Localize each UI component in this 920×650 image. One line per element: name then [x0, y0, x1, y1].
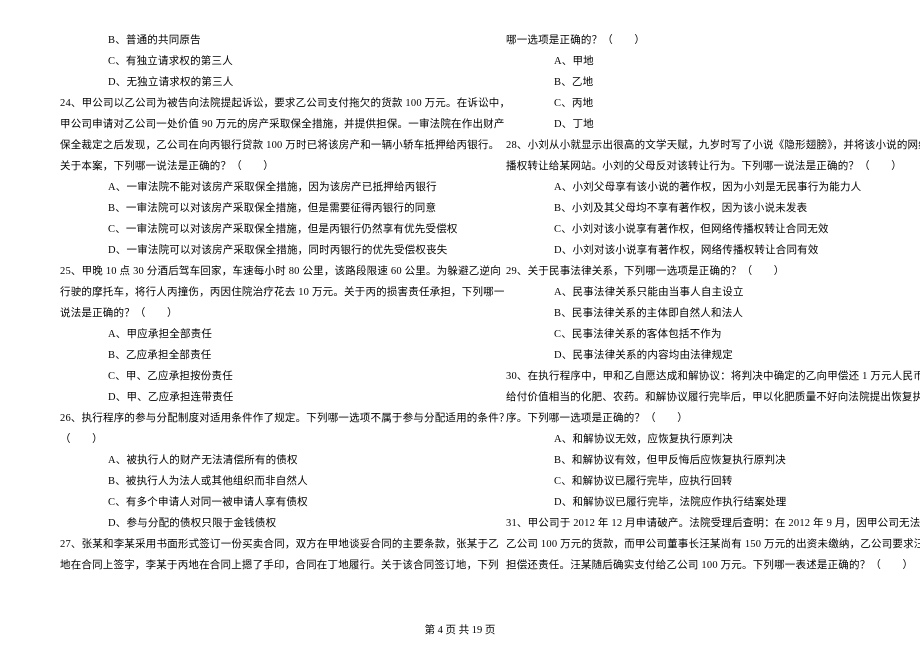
option-text: B、和解协议有效，但甲反悔后应恢复执行原判决: [506, 450, 916, 471]
option-text: A、被执行人的财产无法清偿所有的债权: [60, 450, 470, 471]
page-container: B、普通的共同原告 C、有独立请求权的第三人 D、无独立请求权的第三人 24、甲…: [0, 0, 920, 620]
option-text: D、丁地: [506, 114, 916, 135]
option-text: A、小刘父母享有该小说的著作权，因为小刘是无民事行为能力人: [506, 177, 916, 198]
page-footer: 第 4 页 共 19 页: [0, 620, 920, 637]
option-text: B、小刘及其父母均不享有著作权，因为该小说未发表: [506, 198, 916, 219]
option-text: C、民事法律关系的客体包括不作为: [506, 324, 916, 345]
question-text: 27、张某和李某采用书面形式签订一份买卖合同，双方在甲地谈妥合同的主要条款，张某…: [60, 534, 470, 555]
question-text: 序。下列哪一选项是正确的？（ ）: [506, 408, 916, 429]
option-text: C、一审法院可以对该房产采取保全措施，但是丙银行仍然享有优先受偿权: [60, 219, 470, 240]
option-text: B、被执行人为法人或其他组织而非自然人: [60, 471, 470, 492]
option-text: D、无独立请求权的第三人: [60, 72, 470, 93]
option-text: A、民事法律关系只能由当事人自主设立: [506, 282, 916, 303]
option-text: A、和解协议无效，应恢复执行原判决: [506, 429, 916, 450]
option-text: C、小刘对该小说享有著作权，但网络传播权转让合同无效: [506, 219, 916, 240]
question-text: 26、执行程序的参与分配制度对适用条件作了规定。下列哪一选项不属于参与分配适用的…: [60, 408, 470, 429]
option-text: A、甲应承担全部责任: [60, 324, 470, 345]
question-text: 给付价值相当的化肥、农药。和解协议履行完毕后，甲以化肥质量不好向法院提出恢复执行…: [506, 387, 916, 408]
option-text: B、乙地: [506, 72, 916, 93]
question-text: 保全裁定之后发现，乙公司在向丙银行贷款 100 万时已将该房产和一辆小轿车抵押给…: [60, 135, 470, 156]
option-text: B、民事法律关系的主体即自然人和法人: [506, 303, 916, 324]
option-text: D、甲、乙应承担连带责任: [60, 387, 470, 408]
option-text: D、一审法院可以对该房产采取保全措施，同时丙银行的优先受偿权丧失: [60, 240, 470, 261]
option-text: B、一审法院可以对该房产采取保全措施，但是需要征得丙银行的同意: [60, 198, 470, 219]
option-text: C、甲、乙应承担按份责任: [60, 366, 470, 387]
question-text: 31、甲公司于 2012 年 12 月申请破产。法院受理后查明：在 2012 年…: [506, 513, 916, 534]
option-text: D、民事法律关系的内容均由法律规定: [506, 345, 916, 366]
question-text: 说法是正确的？（ ）: [60, 303, 470, 324]
option-text: C、有多个申请人对同一被申请人享有债权: [60, 492, 470, 513]
question-text: 地在合同上签字，李某于丙地在合同上摁了手印，合同在丁地履行。关于该合同签订地，下…: [60, 555, 470, 576]
option-text: D、参与分配的债权只限于金钱债权: [60, 513, 470, 534]
option-text: C、和解协议已履行完毕，应执行回转: [506, 471, 916, 492]
question-text: 25、甲晚 10 点 30 分酒后驾车回家，车速每小时 80 公里，该路段限速 …: [60, 261, 470, 282]
option-text: C、有独立请求权的第三人: [60, 51, 470, 72]
option-text: D、小刘对该小说享有著作权，网络传播权转让合同有效: [506, 240, 916, 261]
question-text: 担偿还责任。汪某随后确实支付给乙公司 100 万元。下列哪一表述是正确的？（ ）: [506, 555, 916, 576]
question-text: 甲公司申请对乙公司一处价值 90 万元的房产采取保全措施，并提供担保。一审法院在…: [60, 114, 470, 135]
question-text: 关于本案，下列哪一说法是正确的？（ ）: [60, 156, 470, 177]
right-column: 哪一选项是正确的？（ ） A、甲地 B、乙地 C、丙地 D、丁地 28、小刘从小…: [488, 30, 916, 610]
option-text: C、丙地: [506, 93, 916, 114]
question-text: 24、甲公司以乙公司为被告向法院提起诉讼，要求乙公司支付拖欠的货款 100 万元…: [60, 93, 470, 114]
left-column: B、普通的共同原告 C、有独立请求权的第三人 D、无独立请求权的第三人 24、甲…: [60, 30, 488, 610]
question-text: 28、小刘从小就显示出很高的文学天赋，九岁时写了小说《隐形翅膀》，并将该小说的网…: [506, 135, 916, 156]
question-text: 29、关于民事法律关系，下列哪一选项是正确的？（ ）: [506, 261, 916, 282]
option-text: A、甲地: [506, 51, 916, 72]
question-text: 乙公司 100 万元的货款，而甲公司董事长汪某尚有 150 万元的出资未缴纳，乙…: [506, 534, 916, 555]
question-text: 30、在执行程序中，甲和乙自愿达成和解协议：将判决中确定的乙向甲偿还 1 万元人…: [506, 366, 916, 387]
option-text: B、乙应承担全部责任: [60, 345, 470, 366]
question-text: 播权转让给某网站。小刘的父母反对该转让行为。下列哪一说法是正确的？（ ）: [506, 156, 916, 177]
option-text: D、和解协议已履行完毕，法院应作执行结案处理: [506, 492, 916, 513]
question-text: 哪一选项是正确的？（ ）: [506, 30, 916, 51]
option-text: B、普通的共同原告: [60, 30, 470, 51]
option-text: A、一审法院不能对该房产采取保全措施，因为该房产已抵押给丙银行: [60, 177, 470, 198]
question-text: 行驶的摩托车，将行人丙撞伤，丙因住院治疗花去 10 万元。关于丙的损害责任承担，…: [60, 282, 470, 303]
question-text: （ ）: [60, 429, 470, 450]
